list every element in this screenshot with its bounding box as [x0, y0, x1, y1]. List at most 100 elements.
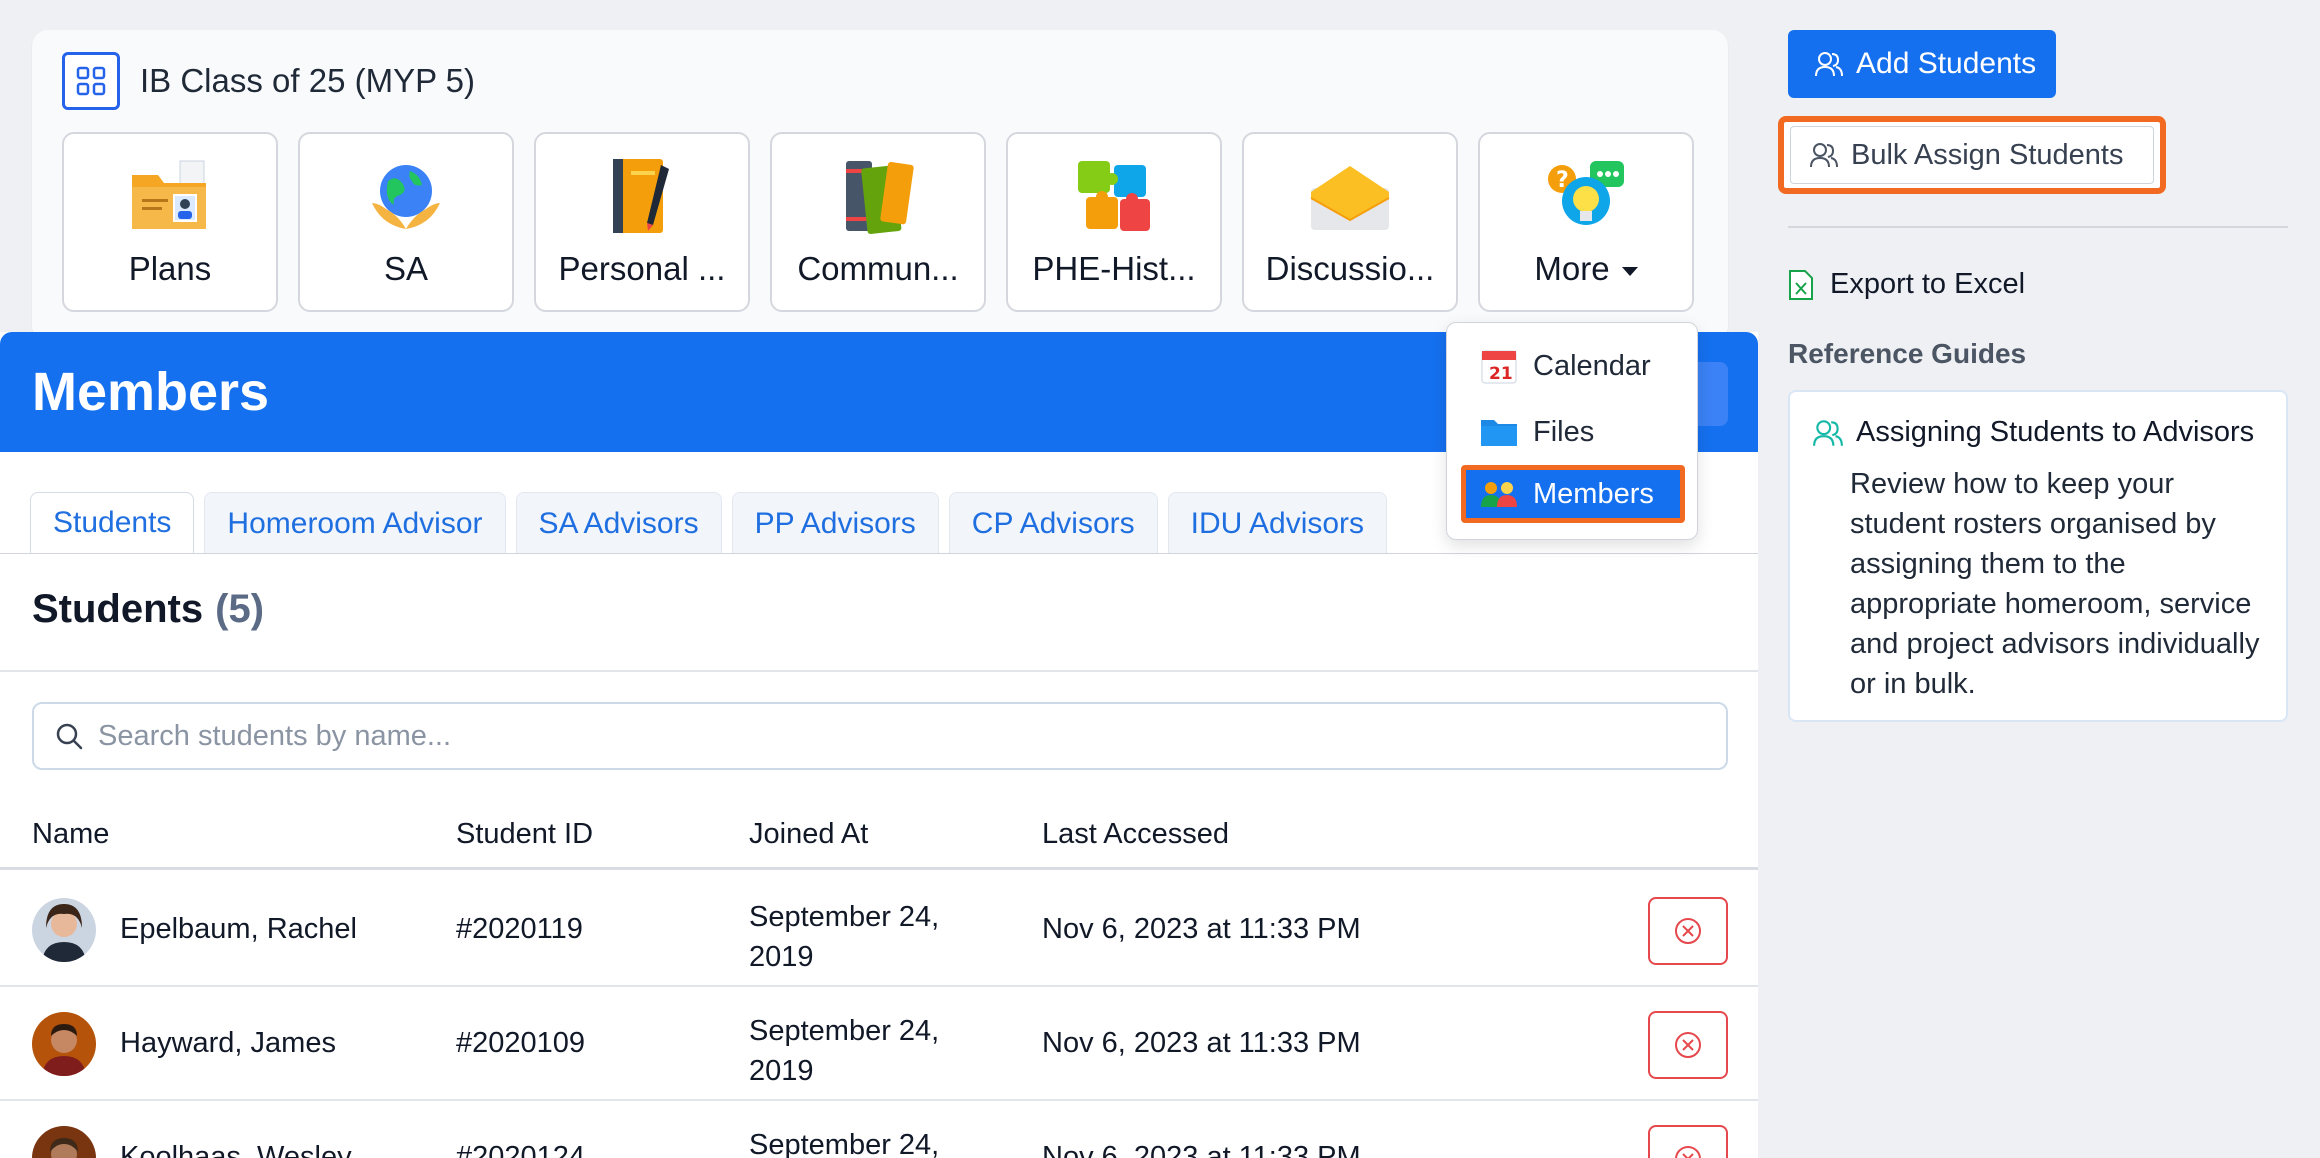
users-icon	[1813, 419, 1843, 446]
guide-title: Assigning Students to Advisors	[1856, 416, 2255, 448]
column-header-student-id[interactable]: Student ID	[456, 818, 593, 851]
column-header-last-accessed[interactable]: Last Accessed	[1042, 818, 1229, 851]
add-students-label: Add Students	[1856, 47, 2037, 80]
guide-description: Review how to keep your student rosters …	[1850, 468, 2260, 700]
tab-homeroom-advisor[interactable]: Homeroom Advisor	[204, 492, 506, 554]
tile-personal[interactable]: Personal ...	[534, 132, 750, 312]
caret-down-icon	[1621, 266, 1638, 276]
more-dropdown-menu: 21 Calendar Files Members	[1446, 322, 1698, 540]
excel-icon	[1789, 269, 1813, 300]
bulk-assign-highlight: Bulk Assign Students	[1778, 116, 2166, 194]
avatar	[32, 898, 96, 962]
table-row[interactable]: Hayward, James #2020109 September 24, 20…	[0, 987, 1758, 1101]
books-icon	[832, 154, 924, 240]
student-id: #2020124	[456, 1141, 586, 1158]
table-row[interactable]: Epelbaum, Rachel #2020119 September 24, …	[0, 873, 1758, 987]
search-input[interactable]	[98, 719, 1698, 753]
tile-more[interactable]: ? More	[1478, 132, 1694, 312]
puzzle-icon	[1068, 154, 1160, 240]
students-heading: Students (5)	[32, 587, 264, 632]
folder-icon	[1479, 412, 1519, 452]
member-tabs: Students Homeroom Advisor SA Advisors PP…	[30, 492, 1388, 554]
tool-tiles: Plans SA Personal ... Commun... PHE-Hist…	[62, 132, 1694, 312]
notebook-pen-icon	[596, 154, 688, 240]
menu-item-members[interactable]: Members	[1461, 465, 1685, 523]
heading-divider	[0, 670, 1758, 672]
avatar	[32, 1012, 96, 1076]
page-title: Members	[32, 362, 270, 422]
tile-label: Discussio...	[1265, 250, 1435, 287]
avatar	[32, 1126, 96, 1158]
calendar-icon: 21	[1479, 346, 1519, 386]
tabs-divider	[0, 553, 1758, 554]
tile-label: Personal ...	[558, 250, 726, 287]
menu-item-calendar[interactable]: 21 Calendar	[1461, 337, 1685, 395]
tab-sa-advisors[interactable]: SA Advisors	[515, 492, 722, 554]
tab-students[interactable]: Students	[30, 492, 195, 554]
tile-plans[interactable]: Plans	[62, 132, 278, 312]
close-circle-icon	[1675, 1146, 1701, 1158]
remove-student-button[interactable]	[1648, 897, 1728, 965]
tile-sa[interactable]: SA	[298, 132, 514, 312]
last-accessed: Nov 6, 2023 at 11:33 PM	[1042, 913, 1361, 945]
joined-date: September 24, 2019	[749, 1129, 940, 1158]
more-label: More	[1534, 250, 1610, 287]
tab-idu-advisors[interactable]: IDU Advisors	[1167, 492, 1388, 554]
close-circle-icon	[1675, 1032, 1701, 1058]
tile-community[interactable]: Commun...	[770, 132, 986, 312]
class-header: IB Class of 25 (MYP 5)	[62, 52, 475, 110]
student-name[interactable]: Koolhaas, Wesley	[120, 1141, 352, 1158]
tile-label: Plans	[128, 250, 212, 287]
remove-student-button[interactable]	[1648, 1011, 1728, 1079]
joined-date: September 24, 2019	[749, 1015, 940, 1087]
student-id: #2020109	[456, 1027, 586, 1059]
student-id: #2020119	[456, 913, 583, 945]
student-name[interactable]: Hayward, James	[120, 1027, 336, 1060]
folder-icon	[124, 154, 216, 240]
globe-hands-icon	[360, 154, 452, 240]
users-icon	[1810, 143, 1838, 168]
reference-guides-title: Reference Guides	[1788, 338, 2027, 369]
menu-item-files[interactable]: Files	[1461, 403, 1685, 461]
tile-label: More	[1534, 250, 1638, 288]
tile-discussion[interactable]: Discussio...	[1242, 132, 1458, 312]
reference-guide-card: Assigning Students to Advisors Review ho…	[1788, 390, 2288, 722]
users-icon	[1815, 52, 1843, 77]
table-row[interactable]: Koolhaas, Wesley #2020124 September 24, …	[0, 1101, 1758, 1158]
tab-pp-advisors[interactable]: PP Advisors	[731, 492, 939, 554]
svg-text:21: 21	[1489, 364, 1513, 384]
student-name[interactable]: Epelbaum, Rachel	[120, 913, 357, 946]
students-heading-label: Students	[32, 587, 204, 631]
members-icon	[1479, 474, 1519, 514]
tile-phe-history[interactable]: PHE-Hist...	[1006, 132, 1222, 312]
last-accessed: Nov 6, 2023 at 11:33 PM	[1042, 1141, 1361, 1158]
last-accessed: Nov 6, 2023 at 11:33 PM	[1042, 1027, 1361, 1059]
tab-cp-advisors[interactable]: CP Advisors	[948, 492, 1158, 554]
close-circle-icon	[1675, 918, 1701, 944]
column-header-joined[interactable]: Joined At	[749, 818, 868, 851]
envelope-icon	[1304, 154, 1396, 240]
class-title: IB Class of 25 (MYP 5)	[140, 62, 476, 99]
search-box	[32, 702, 1728, 770]
ideas-icon: ?	[1540, 154, 1632, 240]
table-header: Name Student ID Joined At Last Accessed	[0, 802, 1758, 870]
class-card: IB Class of 25 (MYP 5) Plans SA Personal…	[32, 30, 1728, 342]
grid-icon[interactable]	[62, 52, 120, 110]
add-students-button[interactable]: Add Students	[1788, 30, 2056, 98]
remove-student-button[interactable]	[1648, 1125, 1728, 1158]
tile-label: Commun...	[797, 250, 959, 287]
tile-label: PHE-Hist...	[1032, 250, 1196, 287]
joined-date: September 24, 2019	[749, 901, 940, 973]
export-to-excel-link[interactable]: Export to Excel	[1788, 268, 2025, 301]
bulk-assign-students-button[interactable]: Bulk Assign Students	[1790, 126, 2154, 184]
bulk-assign-label: Bulk Assign Students	[1851, 138, 2124, 171]
menu-item-label: Members	[1533, 477, 1654, 510]
guide-link[interactable]: Assigning Students to Advisors	[1812, 416, 2254, 449]
tile-label: SA	[383, 250, 429, 287]
search-icon	[56, 723, 83, 750]
sidebar-divider	[1788, 226, 2288, 228]
column-header-name[interactable]: Name	[32, 818, 109, 851]
menu-item-label: Calendar	[1533, 349, 1651, 382]
export-label: Export to Excel	[1830, 268, 2026, 300]
menu-item-label: Files	[1533, 415, 1595, 448]
